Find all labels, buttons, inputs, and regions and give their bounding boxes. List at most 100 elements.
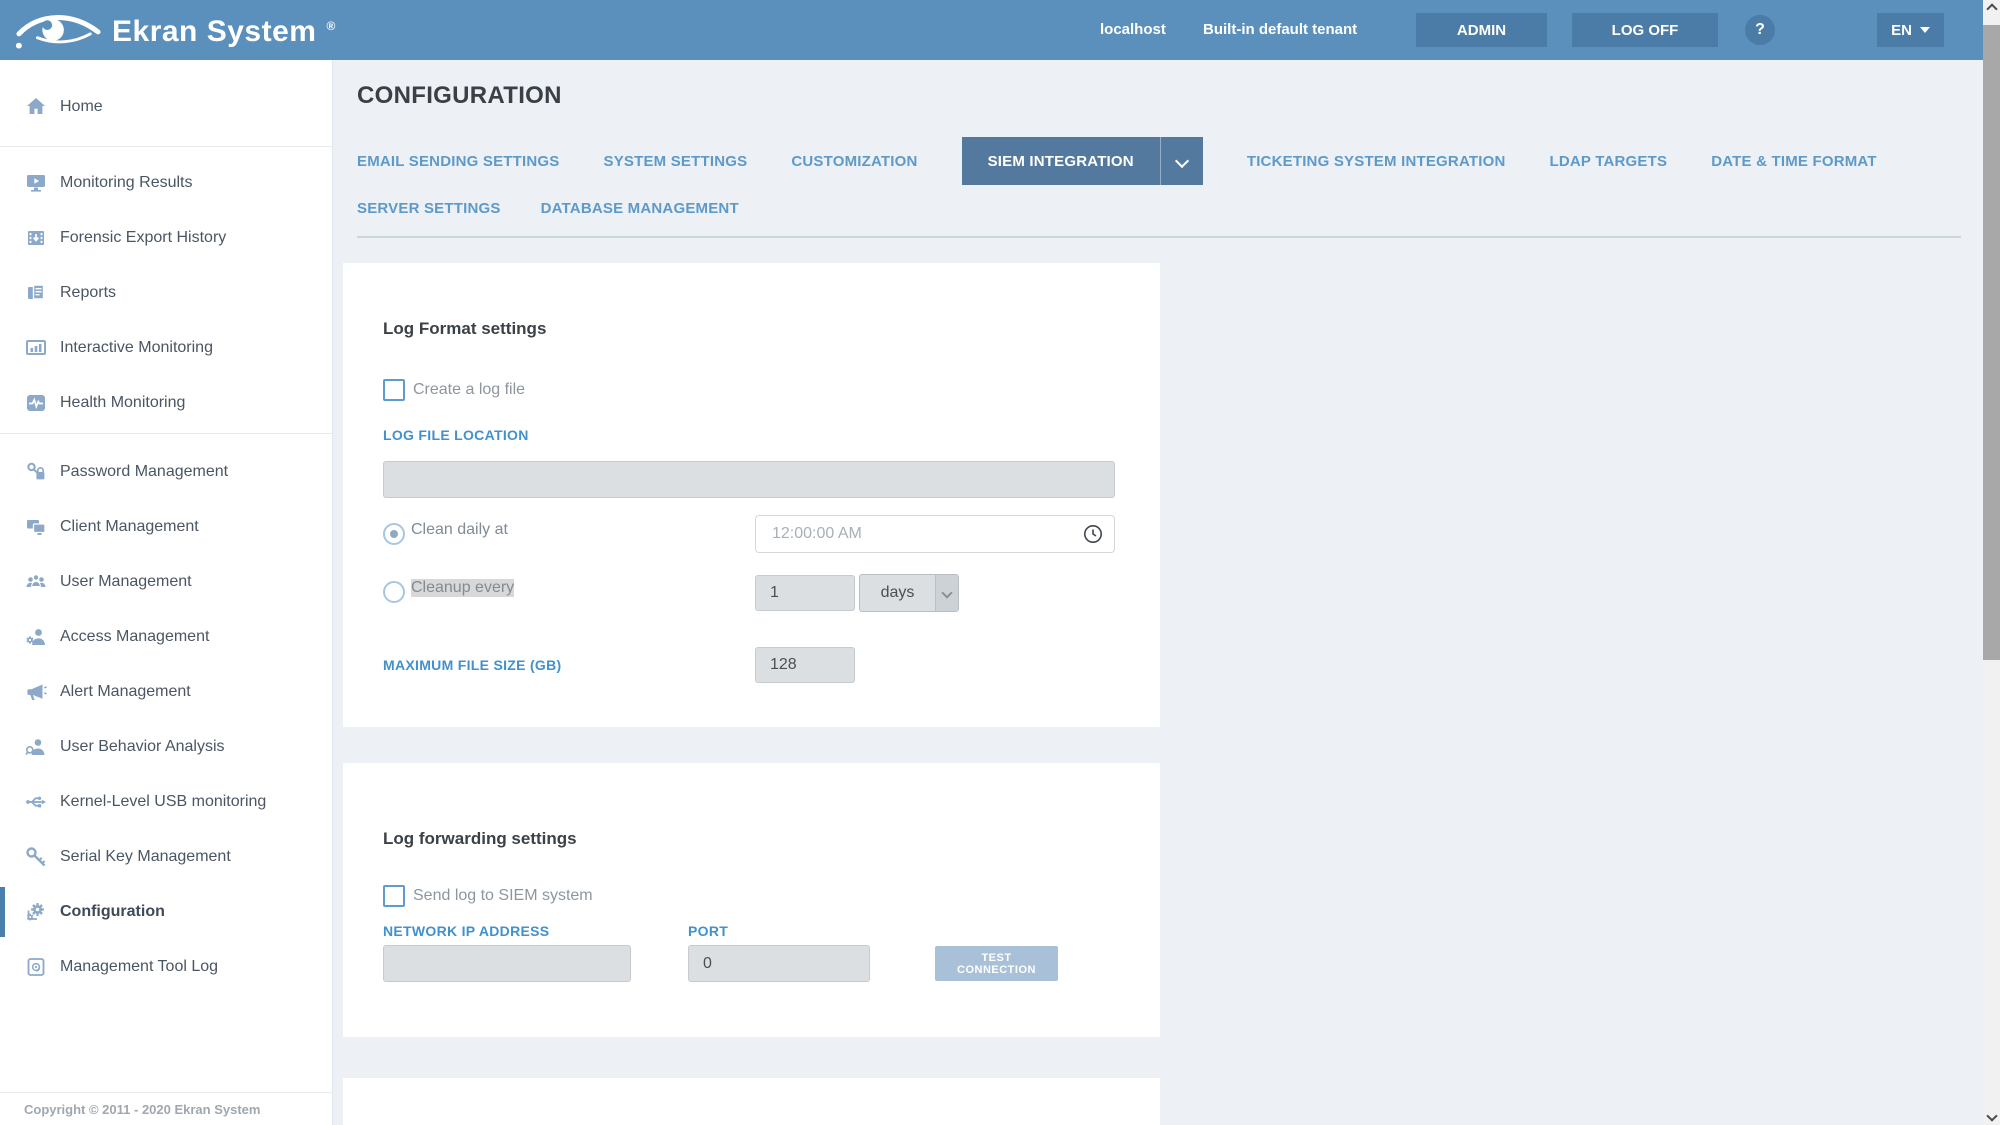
sidebar-item-password-management[interactable]: Password Management [0, 447, 332, 497]
kernel-usb-monitoring-icon [24, 791, 48, 813]
main-content: CONFIGURATION EMAIL SENDING SETTINGS SYS… [333, 60, 1983, 1125]
page-title: CONFIGURATION [357, 82, 562, 110]
top-header: Ekran System ® localhost Built-in defaul… [0, 0, 2000, 60]
chevron-down-icon[interactable] [1160, 137, 1203, 185]
sidebar-item-configuration[interactable]: Configuration [0, 887, 332, 937]
brand-name: Ekran System [112, 15, 316, 49]
tabs-row-1: EMAIL SENDING SETTINGS SYSTEM SETTINGS C… [357, 137, 1877, 185]
tenant-label: Built-in default tenant [1203, 0, 1357, 60]
cleanup-value-input[interactable] [755, 575, 855, 611]
user-behavior-analysis-icon [24, 736, 48, 758]
clean-time-input[interactable] [755, 515, 1115, 553]
alert-management-icon [24, 681, 48, 703]
create-log-file-checkbox[interactable] [383, 379, 405, 401]
network-ip-label: NETWORK IP ADDRESS [383, 923, 549, 939]
sidebar-item-label: Alert Management [60, 683, 191, 701]
section-title: Log forwarding settings [383, 829, 577, 849]
log-format-settings-panel: Log Format settings Create a log file LO… [343, 263, 1160, 727]
max-file-size-label: MAXIMUM FILE SIZE (GB) [383, 657, 561, 673]
chevron-down-icon [935, 575, 958, 611]
tab-ticketing-system-integration[interactable]: TICKETING SYSTEM INTEGRATION [1247, 153, 1506, 170]
tab-siem-integration-active[interactable]: SIEM INTEGRATION [962, 137, 1203, 185]
send-log-label: Send log to SIEM system [413, 887, 593, 905]
send-log-checkbox[interactable] [383, 885, 405, 907]
create-log-file-label: Create a log file [413, 381, 525, 399]
sidebar-item-home[interactable]: Home [0, 82, 332, 132]
tab-database-management[interactable]: DATABASE MANAGEMENT [541, 200, 739, 217]
sidebar-item-forensic-export-history[interactable]: Forensic Export History [0, 213, 332, 263]
next-settings-panel [343, 1078, 1160, 1125]
sidebar-item-access-management[interactable]: Access Management [0, 612, 332, 662]
brand-logo[interactable]: Ekran System ® [14, 6, 335, 57]
scrollbar-thumb[interactable] [1983, 25, 2000, 660]
cleanup-every-radio[interactable] [383, 581, 405, 603]
password-management-icon [24, 461, 48, 483]
tab-date-time-format[interactable]: DATE & TIME FORMAT [1711, 153, 1877, 170]
tab-customization[interactable]: CUSTOMIZATION [791, 153, 917, 170]
sidebar-item-label: Reports [60, 284, 116, 302]
section-title: Log Format settings [383, 319, 546, 339]
sidebar-item-label: Health Monitoring [60, 394, 185, 412]
language-selector[interactable]: EN [1877, 13, 1944, 47]
tabs-row-2: SERVER SETTINGS DATABASE MANAGEMENT [357, 200, 739, 217]
eye-logo-icon [14, 6, 102, 57]
tab-server-settings[interactable]: SERVER SETTINGS [357, 200, 501, 217]
network-ip-input[interactable] [383, 945, 631, 982]
sidebar-item-client-management[interactable]: Client Management [0, 502, 332, 552]
sidebar-item-monitoring-results[interactable]: Monitoring Results [0, 158, 332, 208]
registered-mark: ® [326, 19, 335, 33]
home-icon [24, 96, 48, 118]
host-label: localhost [1100, 0, 1166, 60]
sidebar-item-label: Password Management [60, 463, 228, 481]
interactive-monitoring-icon [24, 337, 48, 359]
clean-daily-label[interactable]: Clean daily at [411, 521, 508, 539]
copyright-text: Copyright © 2011 - 2020 Ekran System [24, 1102, 260, 1117]
sidebar-item-kernel-usb-monitoring[interactable]: Kernel-Level USB monitoring [0, 777, 332, 827]
sidebar-divider [0, 146, 332, 147]
language-value: EN [1891, 22, 1912, 39]
cleanup-unit-select[interactable]: days [859, 574, 959, 612]
sidebar-nav: Home Monitoring Results Forensic Export … [0, 60, 333, 1125]
sidebar-item-label: User Behavior Analysis [60, 738, 225, 756]
admin-button[interactable]: ADMIN [1416, 13, 1547, 47]
clean-daily-radio[interactable] [383, 523, 405, 545]
sidebar-item-label: User Management [60, 573, 192, 591]
sidebar-item-label: Serial Key Management [60, 848, 231, 866]
sidebar-item-user-behavior-analysis[interactable]: User Behavior Analysis [0, 722, 332, 772]
port-label: PORT [688, 923, 728, 939]
tab-email-sending-settings[interactable]: EMAIL SENDING SETTINGS [357, 153, 559, 170]
port-input[interactable] [688, 945, 870, 982]
sidebar-item-interactive-monitoring[interactable]: Interactive Monitoring [0, 323, 332, 373]
max-file-size-input[interactable] [755, 647, 855, 683]
sidebar-item-label: Management Tool Log [60, 958, 218, 976]
tab-ldap-targets[interactable]: LDAP TARGETS [1550, 153, 1668, 170]
scroll-down-arrow-icon[interactable] [1983, 1107, 2000, 1125]
sidebar-item-reports[interactable]: Reports [0, 268, 332, 318]
sidebar-item-serial-key-management[interactable]: Serial Key Management [0, 832, 332, 882]
cleanup-every-label[interactable]: Cleanup every [411, 579, 514, 597]
test-connection-button[interactable]: TEST CONNECTION [935, 946, 1058, 981]
log-file-location-input[interactable] [383, 461, 1115, 498]
clock-icon[interactable] [1083, 524, 1103, 544]
serial-key-management-icon [24, 846, 48, 868]
send-log-checkbox-row[interactable]: Send log to SIEM system [383, 885, 593, 907]
forensic-export-history-icon [24, 227, 48, 249]
tab-system-settings[interactable]: SYSTEM SETTINGS [603, 153, 747, 170]
sidebar-item-alert-management[interactable]: Alert Management [0, 667, 332, 717]
reports-icon [24, 282, 48, 304]
client-management-icon [24, 516, 48, 538]
log-forwarding-settings-panel: Log forwarding settings Send log to SIEM… [343, 763, 1160, 1037]
scroll-up-arrow-icon[interactable] [1983, 0, 2000, 18]
sidebar-divider [0, 1092, 332, 1093]
sidebar-item-management-tool-log[interactable]: Management Tool Log [0, 942, 332, 992]
vertical-scrollbar[interactable] [1983, 0, 2000, 1125]
sidebar-item-health-monitoring[interactable]: Health Monitoring [0, 378, 332, 428]
caret-down-icon [1920, 27, 1930, 33]
user-management-icon [24, 571, 48, 593]
sidebar-item-user-management[interactable]: User Management [0, 557, 332, 607]
logoff-button[interactable]: LOG OFF [1572, 13, 1718, 47]
create-log-file-checkbox-row[interactable]: Create a log file [383, 379, 525, 401]
help-icon[interactable]: ? [1745, 15, 1775, 45]
active-tab-label: SIEM INTEGRATION [962, 137, 1160, 185]
sidebar-item-label: Home [60, 98, 103, 116]
